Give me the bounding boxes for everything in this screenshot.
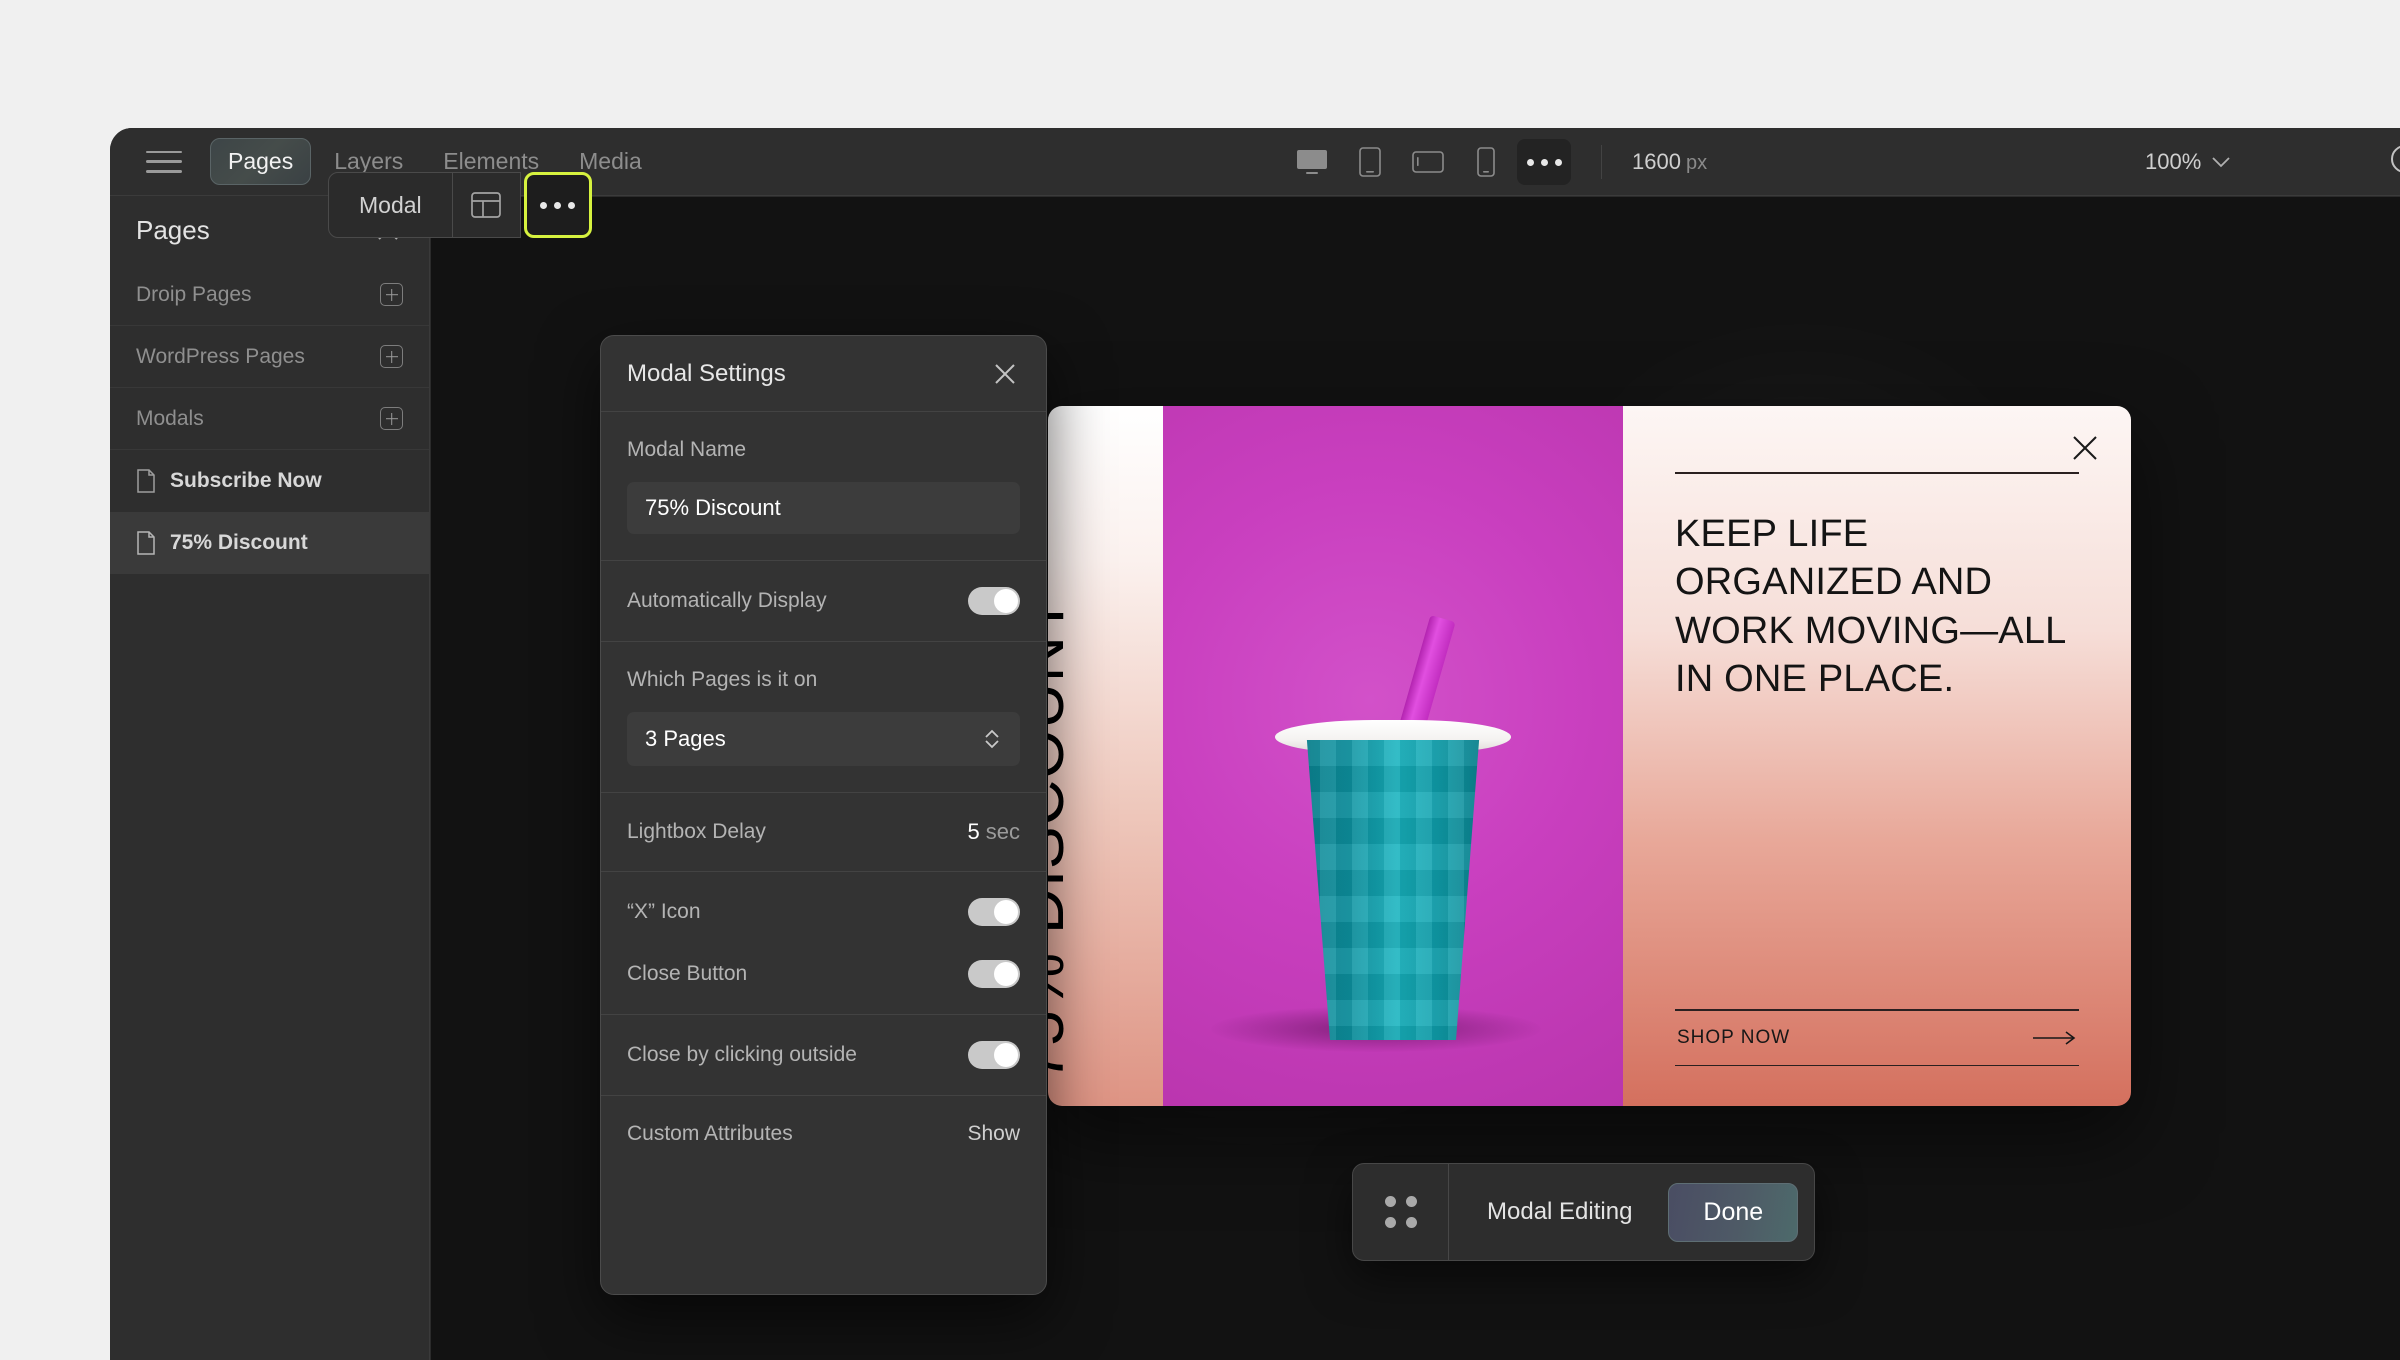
sidebar-group-wordpress-pages[interactable]: WordPress Pages (110, 326, 429, 388)
tab-modal[interactable]: Modal (328, 172, 453, 238)
close-outside-section: Close by clicking outside (601, 1015, 1046, 1096)
sidebar-group-label: Droip Pages (136, 282, 252, 306)
which-pages-value: 3 Pages (645, 726, 726, 751)
close-button-toggle[interactable] (968, 960, 1020, 988)
page-file-icon (137, 531, 155, 555)
modal-more-options-button[interactable] (523, 172, 592, 238)
chevron-down-icon (2212, 157, 2230, 168)
which-pages-select[interactable]: 3 Pages (627, 712, 1020, 766)
page-title: Pages (136, 214, 210, 245)
zoom-level-label: 100% (2145, 149, 2202, 174)
cup-facets (1306, 740, 1480, 1040)
discount-vertical-text: 75% DISCOUNT (1048, 595, 1077, 1082)
hamburger-line (146, 160, 182, 163)
more-breakpoints-icon[interactable] (1517, 139, 1571, 185)
which-pages-section: Which Pages is it on 3 Pages (601, 642, 1046, 793)
tablet-portrait-icon[interactable] (1343, 139, 1397, 185)
custom-attributes-label: Custom Attributes (627, 1122, 793, 1145)
device-breakpoint-group: 1600 px (1285, 128, 1707, 196)
layout-panel-icon[interactable] (452, 172, 521, 238)
modal-tabbar: Modal (328, 172, 592, 238)
pages-sidebar: Pages Droip Pages WordPress Pages Modals… (110, 196, 430, 1360)
close-outside-label: Close by clicking outside (627, 1043, 857, 1066)
settings-header: Modal Settings (601, 336, 1046, 412)
modal-preview[interactable]: 75% DISCOUNT KEEP LIFE ORGANIZED AND WOR… (1048, 406, 2131, 1106)
promo-headline: KEEP LIFE ORGANIZED AND WORK MOVING—ALL … (1675, 512, 2067, 701)
modal-editing-bar: Modal Editing Done (1352, 1163, 1816, 1261)
shop-now-label: SHOP NOW (1677, 1026, 1791, 1048)
zoom-control[interactable]: 100% (2145, 128, 2231, 196)
sidebar-item-75-discount[interactable]: 75% Discount (110, 512, 429, 574)
custom-attributes-show-link[interactable]: Show (967, 1122, 1020, 1146)
modal-name-input[interactable]: 75% Discount (627, 482, 1020, 534)
chevron-updown-icon (985, 729, 999, 749)
modal-editing-status: Modal Editing (1487, 1198, 1633, 1225)
lightbox-delay-section: Lightbox Delay 5 sec (601, 793, 1046, 872)
page-file-icon (137, 469, 155, 493)
modal-name-label: Modal Name (627, 438, 747, 461)
canvas-width-unit: px (1685, 152, 1708, 174)
list-item-label: 75% Discount (170, 531, 308, 554)
modal-name-section: Modal Name 75% Discount (601, 412, 1046, 561)
canvas-width-value[interactable]: 1600 px (1632, 149, 1707, 175)
custom-attributes-section: Custom Attributes Show (601, 1096, 1046, 1172)
shop-now-cta[interactable]: SHOP NOW (1675, 1009, 2079, 1066)
close-icon[interactable] (990, 359, 1020, 389)
plus-icon[interactable] (380, 345, 403, 368)
lightbox-delay-unit: sec (985, 819, 1020, 844)
drag-handle-icon[interactable] (1353, 1164, 1449, 1260)
plus-icon[interactable] (380, 407, 403, 430)
hamburger-line (146, 170, 182, 173)
ellipsis-icon (1526, 158, 1562, 166)
close-button-label: Close Button (627, 962, 748, 985)
sidebar-group-modals[interactable]: Modals (110, 388, 429, 450)
ellipsis-icon (540, 201, 576, 209)
lightbox-delay-value[interactable]: 5 sec (968, 819, 1021, 845)
x-icon-label: “X” Icon (627, 900, 701, 923)
mobile-icon[interactable] (1459, 139, 1513, 185)
settings-title: Modal Settings (627, 359, 786, 387)
close-icon[interactable] (2069, 432, 2101, 464)
list-item-label: Subscribe Now (170, 469, 322, 492)
sidebar-group-label: Modals (136, 406, 204, 430)
hamburger-icon[interactable] (146, 150, 182, 173)
canvas-width-number: 1600 (1632, 149, 1681, 174)
close-outside-toggle[interactable] (968, 1041, 1020, 1069)
promo-divider-top (1675, 472, 2079, 474)
arrow-right-icon (2033, 1030, 2076, 1045)
lightbox-delay-label: Lightbox Delay (627, 820, 766, 843)
sidebar-group-droip-pages[interactable]: Droip Pages (110, 264, 429, 326)
tablet-landscape-icon[interactable] (1401, 139, 1455, 185)
toolbar-divider (1601, 145, 1602, 179)
done-button[interactable]: Done (1668, 1182, 1799, 1242)
search-icon[interactable] (2388, 128, 2400, 196)
sidebar-item-subscribe-now[interactable]: Subscribe Now (110, 450, 429, 512)
shop-now-row[interactable]: SHOP NOW (1675, 1011, 2079, 1065)
sidebar-group-label: WordPress Pages (136, 344, 305, 368)
promo-content: KEEP LIFE ORGANIZED AND WORK MOVING—ALL … (1623, 406, 2131, 1106)
plus-icon[interactable] (380, 283, 403, 306)
lightbox-delay-number: 5 (967, 819, 980, 844)
x-icon-toggle[interactable] (968, 898, 1020, 926)
product-image (1163, 406, 1623, 1106)
auto-display-toggle[interactable] (968, 587, 1020, 615)
tab-pages[interactable]: Pages (210, 138, 312, 185)
which-pages-label: Which Pages is it on (627, 668, 818, 691)
auto-display-section: Automatically Display (601, 561, 1046, 642)
auto-display-label: Automatically Display (627, 589, 827, 612)
hamburger-line (146, 150, 182, 153)
discount-strip: 75% DISCOUNT (1048, 406, 1163, 1106)
promo-divider (1675, 1064, 2079, 1066)
desktop-icon[interactable] (1285, 139, 1339, 185)
modal-settings-popover: Modal Settings Modal Name 75% Discount A… (600, 335, 1047, 1295)
close-options-section: “X” Icon Close Button (601, 872, 1046, 1015)
